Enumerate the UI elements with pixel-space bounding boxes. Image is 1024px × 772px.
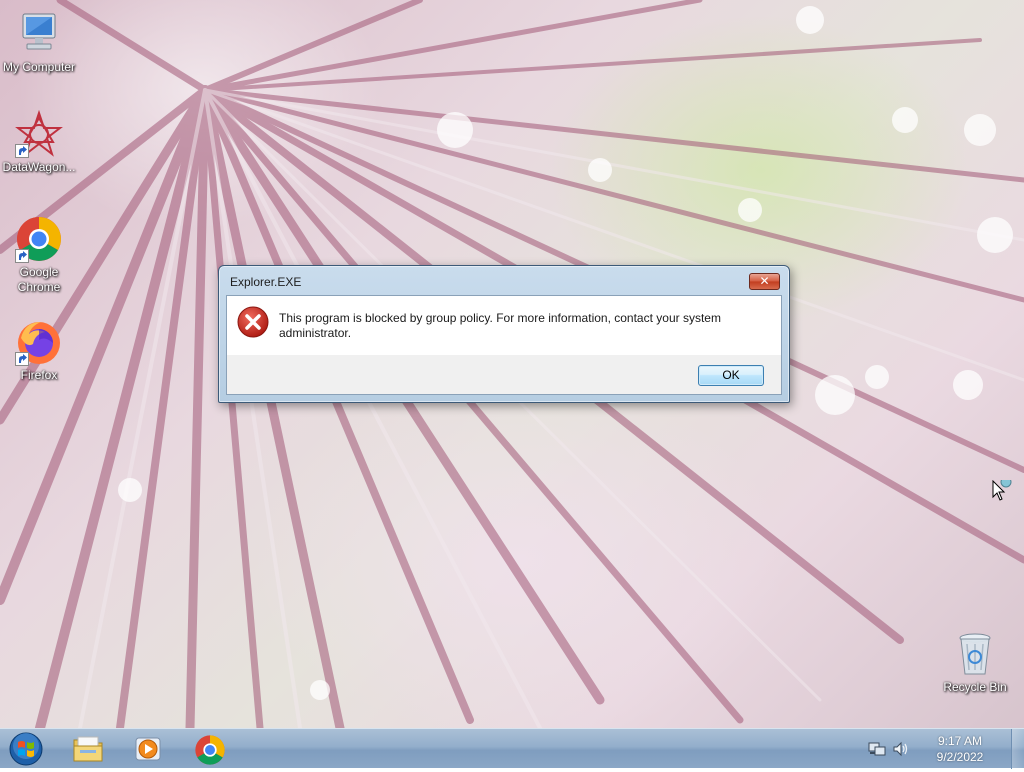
chrome-icon (15, 215, 63, 263)
show-desktop-button[interactable] (1011, 729, 1024, 769)
shortcut-arrow-icon (15, 144, 29, 158)
ok-button[interactable]: OK (698, 365, 764, 386)
mouse-cursor-icon (992, 480, 1012, 501)
desktop: My Computer DataWagon... Google Chrome F… (0, 0, 1024, 728)
dialog-message: This program is blocked by group policy.… (279, 311, 721, 340)
dialog-body: This program is blocked by group policy.… (226, 295, 782, 395)
shortcut-arrow-icon (15, 352, 29, 366)
computer-icon (15, 10, 63, 58)
network-icon[interactable] (868, 741, 886, 757)
dialog-title: Explorer.EXE (230, 275, 302, 289)
media-player-icon (135, 737, 161, 761)
desktop-icon-firefox[interactable]: Firefox (0, 318, 78, 383)
desktop-icon-recycle-bin[interactable]: Recycle Bin (936, 630, 1014, 695)
windows-start-icon (9, 732, 43, 766)
file-explorer-icon (73, 736, 103, 762)
desktop-icon-label: Firefox (20, 368, 58, 382)
chrome-icon (195, 735, 225, 765)
desktop-icon-datawagon[interactable]: DataWagon... (0, 109, 78, 175)
error-dialog: Explorer.EXE ✕ This program is blocked b… (218, 265, 790, 403)
clock-time: 9:17 AM (937, 734, 983, 748)
shortcut-arrow-icon (15, 249, 29, 263)
desktop-icon-label: Google Chrome (17, 265, 61, 294)
desktop-icon-label: Recycle Bin (943, 680, 1007, 694)
taskbar-file-explorer[interactable] (60, 731, 116, 767)
desktop-icon-label: My Computer (2, 60, 76, 74)
desktop-icon-google-chrome[interactable]: Google Chrome (0, 215, 78, 295)
clock[interactable]: 9:17 AM 9/2/2022 (928, 733, 992, 765)
dialog-content: This program is blocked by group policy.… (227, 296, 781, 355)
recycle-bin-icon (951, 630, 999, 678)
start-button[interactable] (4, 731, 48, 767)
taskbar-media-player[interactable] (120, 731, 176, 767)
close-button[interactable]: ✕ (749, 273, 780, 290)
taskbar: 9:17 AM 9/2/2022 (0, 728, 1024, 769)
volume-icon[interactable] (892, 741, 910, 757)
desktop-icon-my-computer[interactable]: My Computer (0, 10, 78, 75)
datawagon-icon (15, 109, 63, 158)
taskbar-chrome[interactable] (182, 731, 238, 767)
clock-date: 9/2/2022 (936, 750, 984, 764)
firefox-icon (15, 318, 63, 366)
system-tray: 9:17 AM 9/2/2022 (868, 729, 1008, 769)
error-icon (237, 306, 269, 338)
desktop-icon-label: DataWagon... (2, 160, 76, 174)
